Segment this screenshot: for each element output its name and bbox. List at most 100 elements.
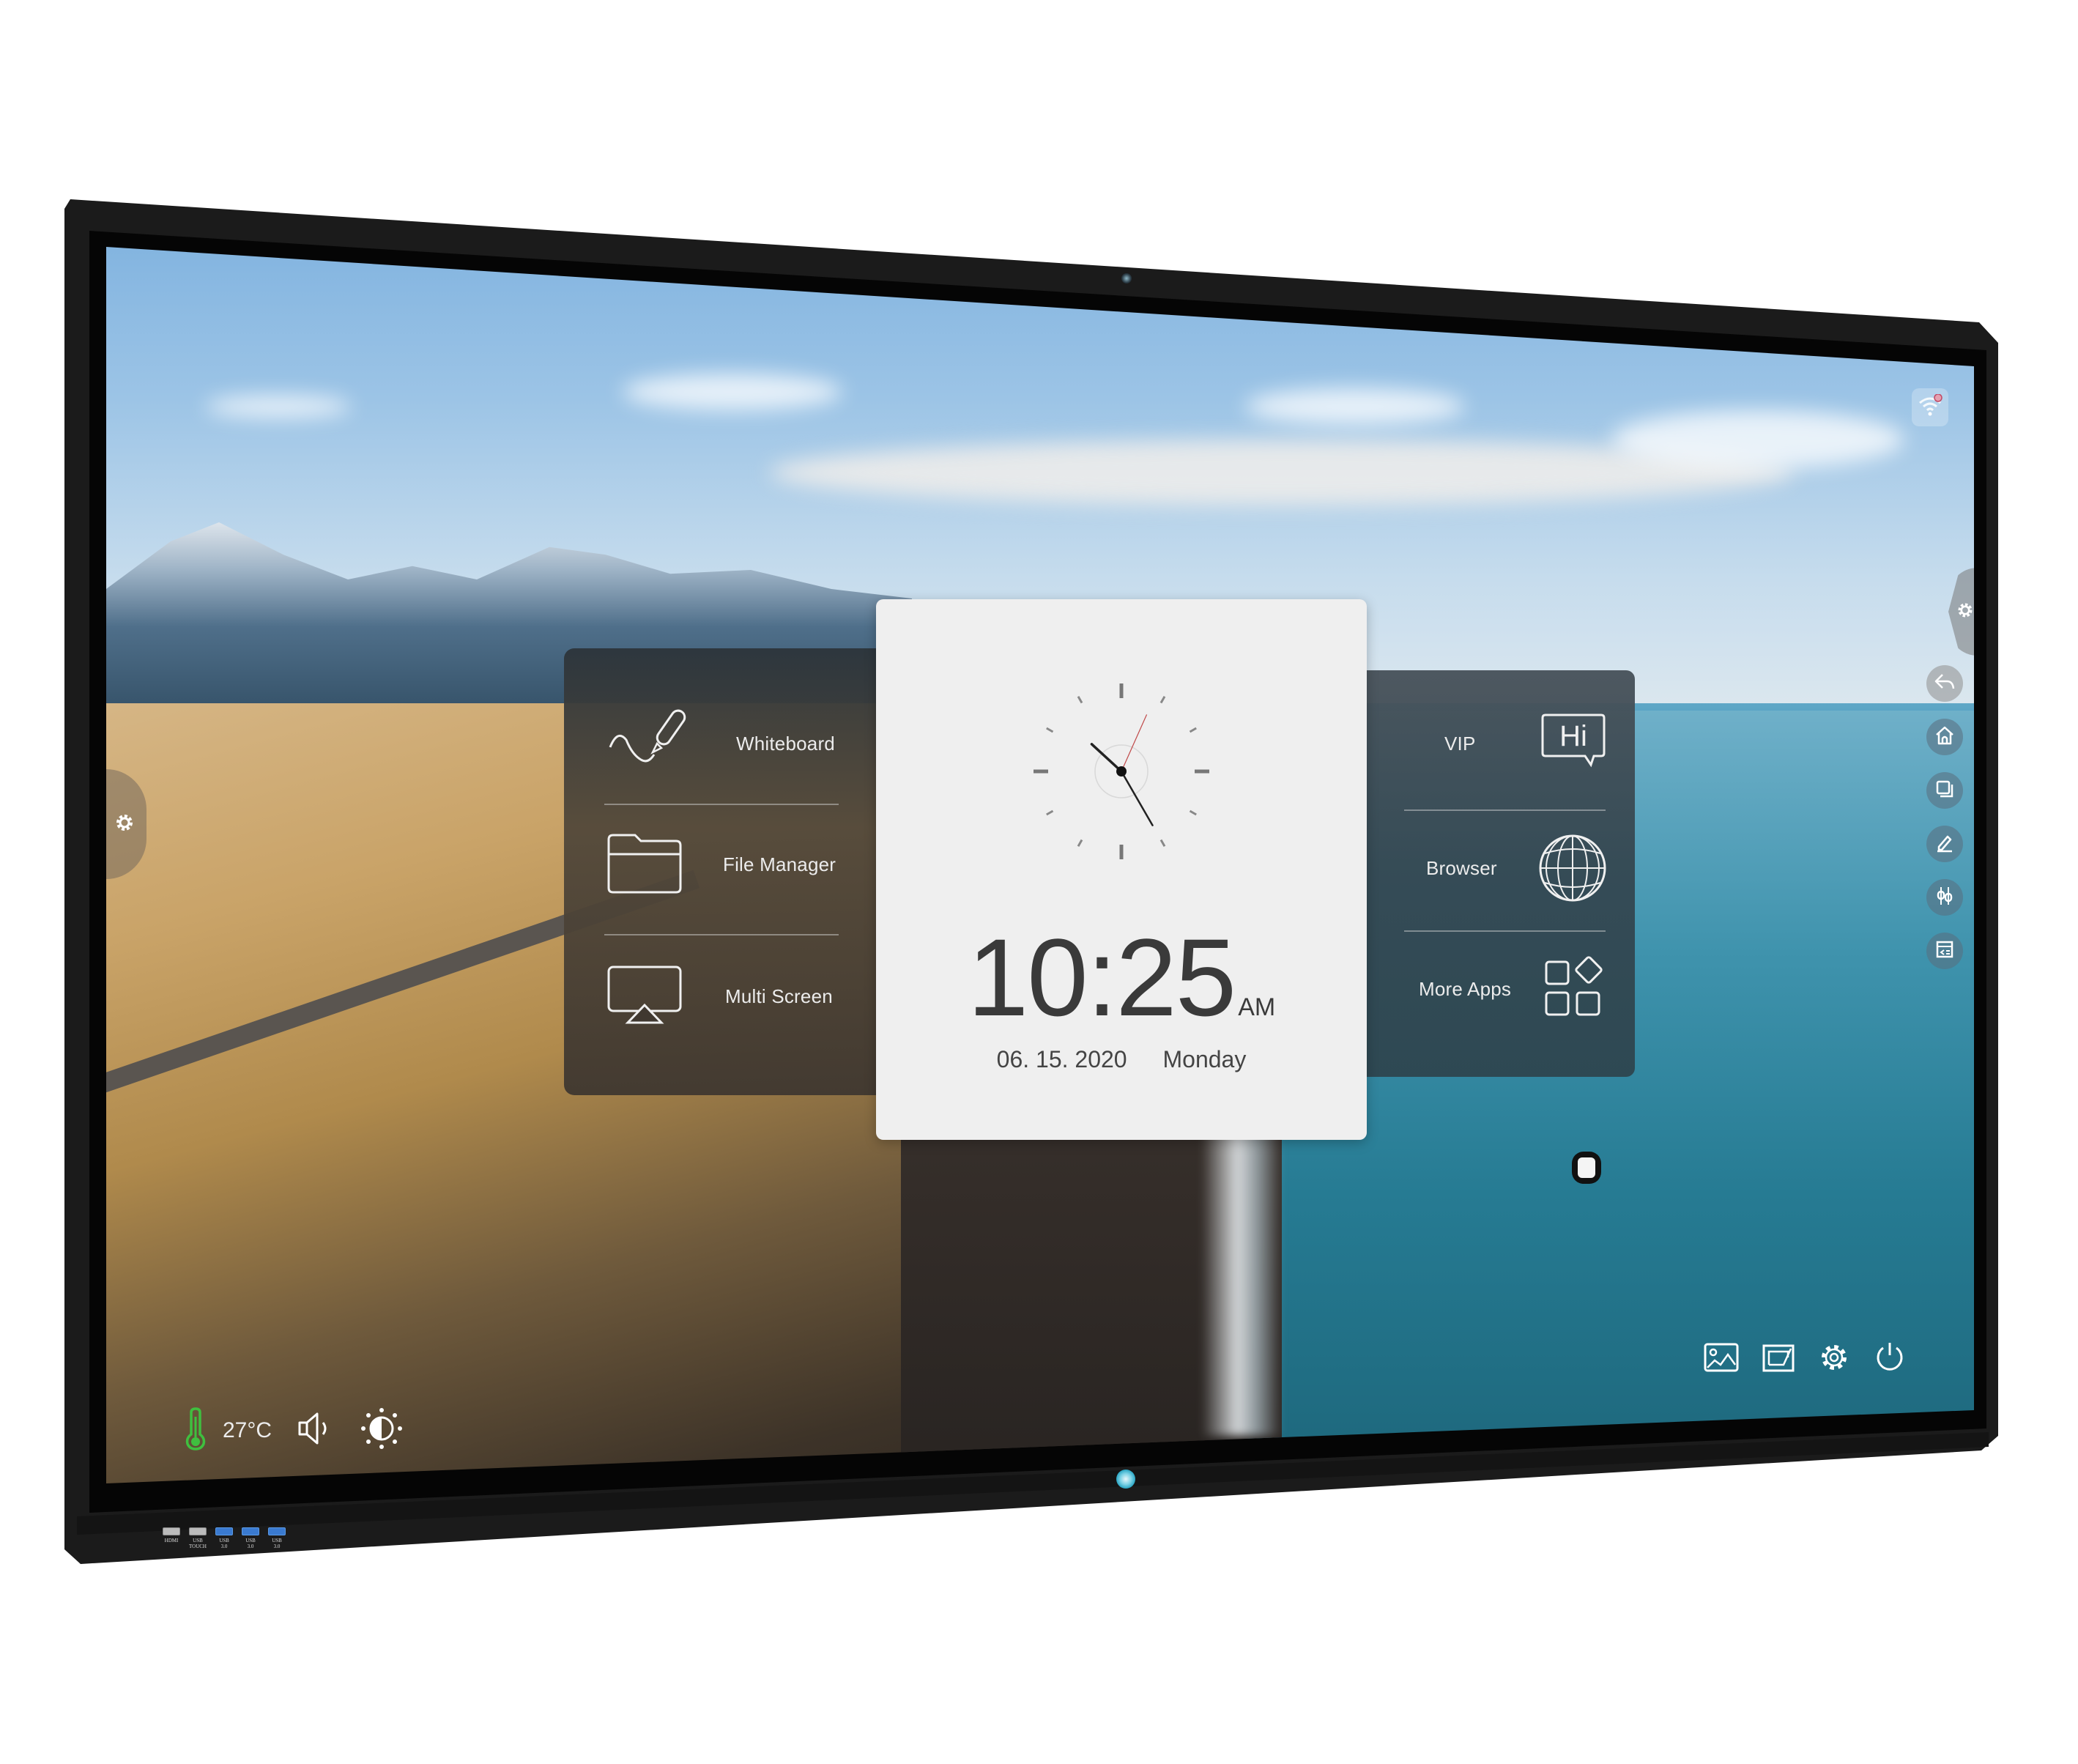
status-bar: 27°C	[183, 1407, 404, 1454]
sidebar-home-button[interactable]	[1926, 719, 1963, 755]
divider	[604, 934, 839, 935]
clock-tick	[1159, 839, 1166, 847]
clock-tick	[1189, 727, 1197, 733]
hour-hand	[1090, 743, 1123, 773]
wallpaper-cloud	[1611, 410, 1904, 469]
wifi-disconnected-icon	[1917, 393, 1943, 421]
gear-icon	[1822, 1345, 1847, 1370]
app-label: Multi Screen	[725, 985, 833, 1007]
io-port: HDMI	[163, 1527, 180, 1544]
image-icon	[1704, 1343, 1739, 1372]
port-socket	[215, 1527, 233, 1535]
minute-hand	[1120, 770, 1154, 826]
power-button[interactable]	[1873, 1341, 1907, 1378]
hi-speech-bubble-icon: Hi	[1540, 711, 1607, 777]
port-label: USB TOUCH	[189, 1538, 207, 1549]
analog-clock	[1034, 683, 1209, 859]
app-label: Browser	[1426, 856, 1497, 879]
io-port: USB 3.0	[215, 1527, 233, 1549]
brightness-button[interactable]	[360, 1407, 404, 1454]
globe-icon	[1536, 831, 1609, 905]
sidebar-signal-source-button[interactable]	[1926, 933, 1963, 969]
port-label: USB 3.0	[245, 1538, 256, 1549]
wallpaper-button[interactable]	[1703, 1341, 1740, 1377]
io-port: USB 3.0	[242, 1527, 259, 1549]
power-icon	[1877, 1343, 1903, 1371]
port-label: HDMI	[164, 1538, 179, 1544]
io-port: USB TOUCH	[189, 1527, 207, 1549]
app-multi-screen[interactable]: Multi Screen	[604, 956, 868, 1037]
clock-center-dot	[1116, 766, 1127, 777]
app-grid-icon	[1543, 956, 1606, 1022]
sidebar-tools-button[interactable]	[1926, 879, 1963, 916]
date-line: 06. 15. 2020 Monday	[876, 1046, 1367, 1073]
app-label: VIP	[1444, 732, 1476, 755]
clock-tick	[1046, 727, 1054, 733]
volume-button[interactable]	[297, 1409, 335, 1451]
app-label: More Apps	[1419, 977, 1512, 1000]
wallpaper-cloud	[623, 374, 842, 410]
right-app-panel: VIP Hi Browser More Apps	[1364, 670, 1635, 1077]
clock-tick	[1077, 696, 1083, 704]
clock-tick	[1159, 696, 1166, 704]
app-whiteboard[interactable]: Whiteboard	[604, 703, 868, 784]
divider	[1404, 930, 1606, 932]
thermometer-icon	[183, 1407, 208, 1454]
port-label: USB 3.0	[272, 1538, 282, 1549]
brightness-icon	[361, 1408, 403, 1449]
wifi-status-button[interactable]	[1912, 388, 1948, 426]
temperature-value: 27°C	[223, 1418, 272, 1442]
sidebar-annotate-button[interactable]	[1926, 826, 1963, 862]
clock-tick	[1189, 809, 1197, 816]
port-label: USB 3.0	[219, 1538, 229, 1549]
svg-text:Hi: Hi	[1559, 720, 1587, 752]
wallpaper-cloud	[1245, 388, 1465, 425]
app-vip[interactable]: VIP Hi	[1386, 703, 1620, 784]
power-indicator-light[interactable]	[1116, 1470, 1135, 1489]
sliders-icon	[1934, 885, 1955, 911]
port-socket	[268, 1527, 286, 1535]
second-hand	[1121, 714, 1148, 772]
app-browser[interactable]: Browser	[1386, 820, 1620, 916]
pencil-icon	[1934, 832, 1955, 856]
marker-pen-icon	[604, 707, 692, 780]
digital-time: 10:25 AM	[876, 914, 1367, 1041]
app-label: Whiteboard	[736, 732, 835, 755]
clock-tick	[1077, 839, 1083, 847]
date-value: 06. 15. 2020	[996, 1046, 1127, 1072]
window-frame-icon	[1762, 1344, 1795, 1372]
time-meridiem: AM	[1238, 993, 1276, 1021]
weekday-value: Monday	[1162, 1046, 1247, 1072]
speaker-icon	[298, 1412, 327, 1445]
bottom-toolbar	[1703, 1341, 1907, 1378]
clock-tick	[1046, 809, 1054, 816]
settings-button[interactable]	[1817, 1341, 1851, 1378]
folder-icon	[604, 828, 685, 901]
port-socket	[163, 1527, 180, 1535]
port-socket	[189, 1527, 207, 1535]
input-source-icon	[1934, 939, 1955, 963]
home-icon	[1934, 724, 1956, 750]
webcam-icon	[1121, 273, 1132, 284]
multitask-icon	[1934, 779, 1955, 803]
gear-icon	[1956, 601, 1974, 623]
sidebar-back-button[interactable]	[1926, 665, 1963, 702]
io-ports: HDMI USB TOUCH USB 3.0 USB 3.0 USB 3.0	[163, 1527, 286, 1549]
floating-menu-button[interactable]	[1572, 1152, 1601, 1184]
screen-cast-icon	[604, 960, 685, 1033]
app-file-manager[interactable]: File Manager	[604, 824, 868, 905]
divider	[1404, 809, 1606, 811]
floating-menu-glyph	[1578, 1157, 1595, 1178]
left-app-panel: Whiteboard File Manager Multi Screen	[564, 648, 877, 1095]
gear-icon	[114, 812, 136, 837]
port-socket	[242, 1527, 259, 1535]
screen-frame-button[interactable]	[1762, 1341, 1795, 1377]
time-value: 10:25	[967, 916, 1236, 1039]
app-label: File Manager	[723, 853, 836, 875]
clock-widget[interactable]: 10:25 AM 06. 15. 2020 Monday	[876, 599, 1367, 1140]
io-port: USB 3.0	[268, 1527, 286, 1549]
wallpaper-cloud	[205, 396, 352, 418]
divider	[604, 804, 839, 805]
app-more-apps[interactable]: More Apps	[1386, 941, 1620, 1037]
sidebar-windows-button[interactable]	[1926, 772, 1963, 809]
